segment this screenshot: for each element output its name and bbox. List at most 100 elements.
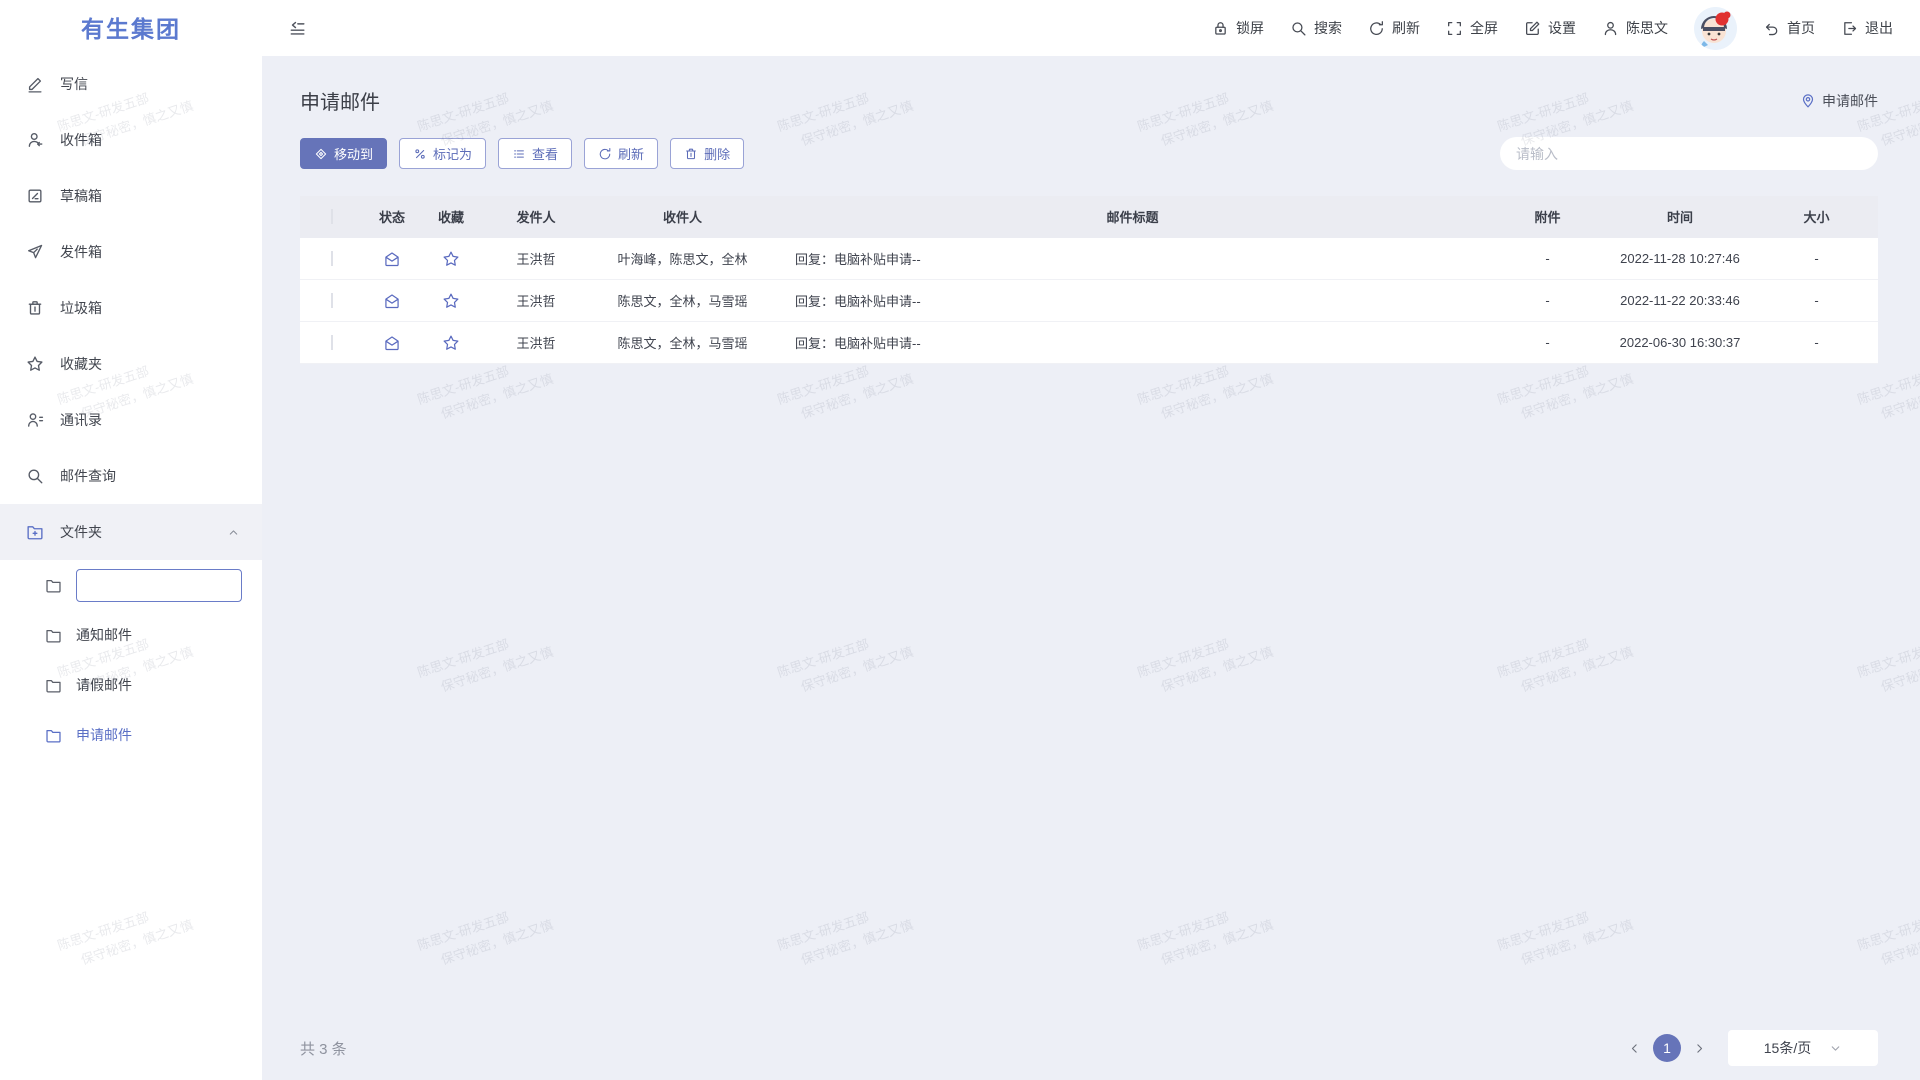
attachment-cell: - bbox=[1490, 335, 1605, 350]
star-icon[interactable] bbox=[442, 250, 460, 268]
col-header-star: 收藏 bbox=[420, 207, 482, 226]
sidebar-item-trash[interactable]: 垃圾箱 bbox=[0, 280, 262, 336]
star-icon bbox=[26, 355, 44, 373]
sidebar-item-sent[interactable]: 发件箱 bbox=[0, 224, 262, 280]
folder-label: 通知邮件 bbox=[76, 625, 132, 645]
chevron-up-icon bbox=[227, 526, 240, 539]
total-count: 共 3 条 bbox=[300, 1038, 347, 1059]
col-header-status: 状态 bbox=[364, 207, 420, 226]
subject-cell: 回复：电脑补贴申请-- bbox=[775, 249, 1490, 268]
settings-icon bbox=[1524, 20, 1541, 37]
user-name: 陈思文 bbox=[1626, 18, 1668, 38]
sidebar-item-label: 发件箱 bbox=[60, 242, 102, 262]
filter-search-input[interactable] bbox=[1500, 137, 1878, 170]
person-arrow-icon bbox=[26, 131, 44, 149]
action-label: 首页 bbox=[1787, 18, 1815, 38]
send-icon bbox=[26, 243, 44, 261]
page-size-select[interactable]: 15条/页 bbox=[1728, 1030, 1878, 1066]
mail-open-icon bbox=[383, 292, 401, 310]
person-icon bbox=[1602, 20, 1619, 37]
col-header-time: 时间 bbox=[1605, 207, 1755, 226]
table-row[interactable]: 王洪哲 陈思文，全林，马雪瑶 回复：电脑补贴申请-- - 2022-11-22 … bbox=[300, 280, 1878, 322]
fullscreen-icon bbox=[1446, 20, 1463, 37]
button-label: 标记为 bbox=[433, 144, 472, 163]
sidebar-item-folders[interactable]: 文件夹 bbox=[0, 504, 262, 560]
refresh-button[interactable]: 刷新 bbox=[1368, 18, 1420, 38]
search-button[interactable]: 搜索 bbox=[1290, 18, 1342, 38]
app-root: 有生集团 写信 收件箱 草稿箱 发件箱 垃圾箱 收藏夹 通讯录 bbox=[0, 0, 1920, 1080]
folder-label: 请假邮件 bbox=[76, 675, 132, 695]
sidebar-folder-leave[interactable]: 请假邮件 bbox=[0, 660, 262, 710]
sidebar-item-label: 邮件查询 bbox=[60, 466, 116, 486]
mark-icon bbox=[413, 147, 427, 161]
time-cell: 2022-06-30 16:30:37 bbox=[1605, 335, 1755, 350]
fullscreen-button[interactable]: 全屏 bbox=[1446, 18, 1498, 38]
undo-arrow-icon bbox=[1763, 20, 1780, 37]
row-checkbox[interactable] bbox=[331, 293, 333, 308]
logout-button[interactable]: 退出 bbox=[1841, 18, 1893, 38]
prev-page-button[interactable] bbox=[1628, 1042, 1641, 1055]
row-checkbox[interactable] bbox=[331, 251, 333, 266]
sender-cell: 王洪哲 bbox=[482, 249, 590, 268]
page-number[interactable]: 1 bbox=[1653, 1034, 1681, 1062]
table-header-row: 状态 收藏 发件人 收件人 邮件标题 附件 时间 大小 bbox=[300, 196, 1878, 238]
list-footer: 共 3 条 1 15条/页 bbox=[300, 1028, 1878, 1068]
action-label: 搜索 bbox=[1314, 18, 1342, 38]
lock-screen-button[interactable]: 锁屏 bbox=[1212, 18, 1264, 38]
sidebar-item-label: 草稿箱 bbox=[60, 186, 102, 206]
new-folder-input[interactable] bbox=[76, 569, 242, 602]
folder-icon bbox=[45, 727, 62, 744]
star-icon[interactable] bbox=[442, 334, 460, 352]
sidebar-item-drafts[interactable]: 草稿箱 bbox=[0, 168, 262, 224]
sidebar-item-favorites[interactable]: 收藏夹 bbox=[0, 336, 262, 392]
table-row[interactable]: 王洪哲 叶海峰，陈思文，全林 回复：电脑补贴申请-- - 2022-11-28 … bbox=[300, 238, 1878, 280]
sidebar-item-label: 文件夹 bbox=[60, 522, 102, 542]
action-label: 全屏 bbox=[1470, 18, 1498, 38]
delete-button[interactable]: 删除 bbox=[670, 138, 744, 169]
folder-icon bbox=[45, 627, 62, 644]
button-label: 移动到 bbox=[334, 144, 373, 163]
next-page-button[interactable] bbox=[1693, 1042, 1706, 1055]
time-cell: 2022-11-28 10:27:46 bbox=[1605, 251, 1755, 266]
subject-cell: 回复：电脑补贴申请-- bbox=[775, 291, 1490, 310]
sidebar-item-contacts[interactable]: 通讯录 bbox=[0, 392, 262, 448]
table-row[interactable]: 王洪哲 陈思文，全林，马雪瑶 回复：电脑补贴申请-- - 2022-06-30 … bbox=[300, 322, 1878, 364]
trash-icon bbox=[26, 299, 44, 317]
avatar[interactable] bbox=[1694, 7, 1737, 50]
pagination: 1 15条/页 bbox=[1628, 1030, 1878, 1066]
settings-button[interactable]: 设置 bbox=[1524, 18, 1576, 38]
size-cell: - bbox=[1755, 293, 1878, 308]
search-icon bbox=[26, 467, 44, 485]
search-icon bbox=[1290, 20, 1307, 37]
view-button[interactable]: 查看 bbox=[498, 138, 572, 169]
row-checkbox[interactable] bbox=[331, 335, 333, 350]
app-logo: 有生集团 bbox=[0, 0, 262, 56]
list-icon bbox=[512, 147, 526, 161]
subject-cell: 回复：电脑补贴申请-- bbox=[775, 333, 1490, 352]
sidebar-item-mail-search[interactable]: 邮件查询 bbox=[0, 448, 262, 504]
exit-icon bbox=[1841, 20, 1858, 37]
pencil-icon bbox=[26, 75, 44, 93]
sidebar-item-compose[interactable]: 写信 bbox=[0, 56, 262, 112]
refresh-list-button[interactable]: 刷新 bbox=[584, 138, 658, 169]
attachment-cell: - bbox=[1490, 251, 1605, 266]
mail-open-icon bbox=[383, 250, 401, 268]
action-label: 刷新 bbox=[1392, 18, 1420, 38]
sidebar-item-inbox[interactable]: 收件箱 bbox=[0, 112, 262, 168]
toolbar: 移动到 标记为 查看 刷新 删除 bbox=[300, 137, 1878, 170]
move-to-button[interactable]: 移动到 bbox=[300, 138, 387, 169]
home-button[interactable]: 首页 bbox=[1763, 18, 1815, 38]
sidebar-folder-apply[interactable]: 申请邮件 bbox=[0, 710, 262, 760]
star-icon[interactable] bbox=[442, 292, 460, 310]
mail-open-icon bbox=[383, 334, 401, 352]
current-user[interactable]: 陈思文 bbox=[1602, 18, 1668, 38]
folder-icon bbox=[45, 677, 62, 694]
trash-icon bbox=[684, 147, 698, 161]
sidebar-folder-notice[interactable]: 通知邮件 bbox=[0, 610, 262, 660]
col-header-sender: 发件人 bbox=[482, 207, 590, 226]
select-all-checkbox[interactable] bbox=[331, 209, 333, 224]
sidebar-item-label: 收藏夹 bbox=[60, 354, 102, 374]
sidebar-item-label: 收件箱 bbox=[60, 130, 102, 150]
mark-as-button[interactable]: 标记为 bbox=[399, 138, 486, 169]
collapse-sidebar-icon[interactable] bbox=[288, 19, 307, 38]
